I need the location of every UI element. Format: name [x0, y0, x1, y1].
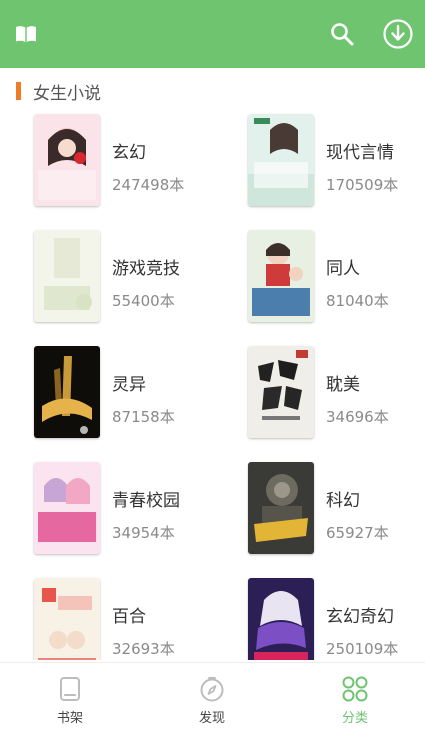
category-item-gaming[interactable]: 游戏竞技 55400本: [34, 230, 246, 330]
bookshelf-icon: [56, 675, 84, 703]
download-icon[interactable]: [380, 16, 416, 52]
category-count: 55400本: [112, 292, 175, 310]
category-clover-icon: [341, 675, 369, 703]
section-accent-bar: [16, 82, 21, 100]
category-item-fan-fiction[interactable]: 同人 81040本: [248, 230, 425, 330]
book-cover: [34, 578, 100, 660]
category-name: 玄幻: [112, 143, 146, 163]
tab-category[interactable]: 分类: [305, 663, 405, 748]
category-name: 同人: [326, 259, 360, 279]
category-name: 游戏竞技: [112, 259, 180, 279]
category-item-modern-romance[interactable]: 现代言情 170509本: [248, 114, 425, 214]
category-name: 耽美: [326, 375, 360, 395]
category-count: 34954本: [112, 524, 175, 542]
tab-label: 发现: [198, 711, 225, 726]
tab-bookshelf[interactable]: 书架: [20, 663, 120, 748]
section-header: 女生小说: [16, 80, 101, 104]
category-name: 青春校园: [112, 491, 180, 511]
book-cover: [248, 578, 314, 660]
category-item-fantasy[interactable]: 玄幻奇幻 250109本: [248, 578, 425, 660]
category-item-yuri[interactable]: 百合 32693本: [34, 578, 246, 660]
category-count: 87158本: [112, 408, 175, 426]
category-item-xuanhuan[interactable]: 玄幻 247498本: [34, 114, 246, 214]
book-cover: [248, 462, 314, 554]
category-count: 247498本: [112, 176, 185, 194]
bottom-tab-bar: 书架 发现 分类: [0, 662, 425, 748]
book-cover: [34, 346, 100, 438]
category-item-campus[interactable]: 青春校园 34954本: [34, 462, 246, 562]
compass-icon: [198, 675, 226, 703]
category-count: 34696本: [326, 408, 389, 426]
category-grid: 玄幻 247498本 现代言情 170509本 游戏竞技 55400本 同人 8…: [0, 108, 425, 660]
category-item-danmei[interactable]: 耽美 34696本: [248, 346, 425, 446]
category-count: 250109本: [326, 640, 399, 658]
search-icon[interactable]: [324, 16, 360, 52]
category-name: 玄幻奇幻: [326, 607, 394, 627]
category-count: 81040本: [326, 292, 389, 310]
book-cover: [34, 114, 100, 206]
category-count: 32693本: [112, 640, 175, 658]
section-title: 女生小说: [33, 83, 101, 104]
tab-discover[interactable]: 发现: [162, 663, 262, 748]
category-item-scifi[interactable]: 科幻 65927本: [248, 462, 425, 562]
category-name: 现代言情: [326, 143, 394, 163]
category-name: 科幻: [326, 491, 360, 511]
category-count: 170509本: [326, 176, 399, 194]
book-cover: [34, 230, 100, 322]
tab-label: 书架: [56, 711, 83, 726]
category-count: 65927本: [326, 524, 389, 542]
book-cover: [34, 462, 100, 554]
open-book-icon[interactable]: [8, 16, 44, 52]
book-cover: [248, 114, 314, 206]
category-name: 百合: [112, 607, 146, 627]
tab-label: 分类: [341, 711, 368, 726]
book-cover: [248, 346, 314, 438]
book-cover: [248, 230, 314, 322]
top-app-bar: [0, 0, 425, 68]
category-name: 灵异: [112, 375, 146, 395]
category-item-supernatural[interactable]: 灵异 87158本: [34, 346, 246, 446]
